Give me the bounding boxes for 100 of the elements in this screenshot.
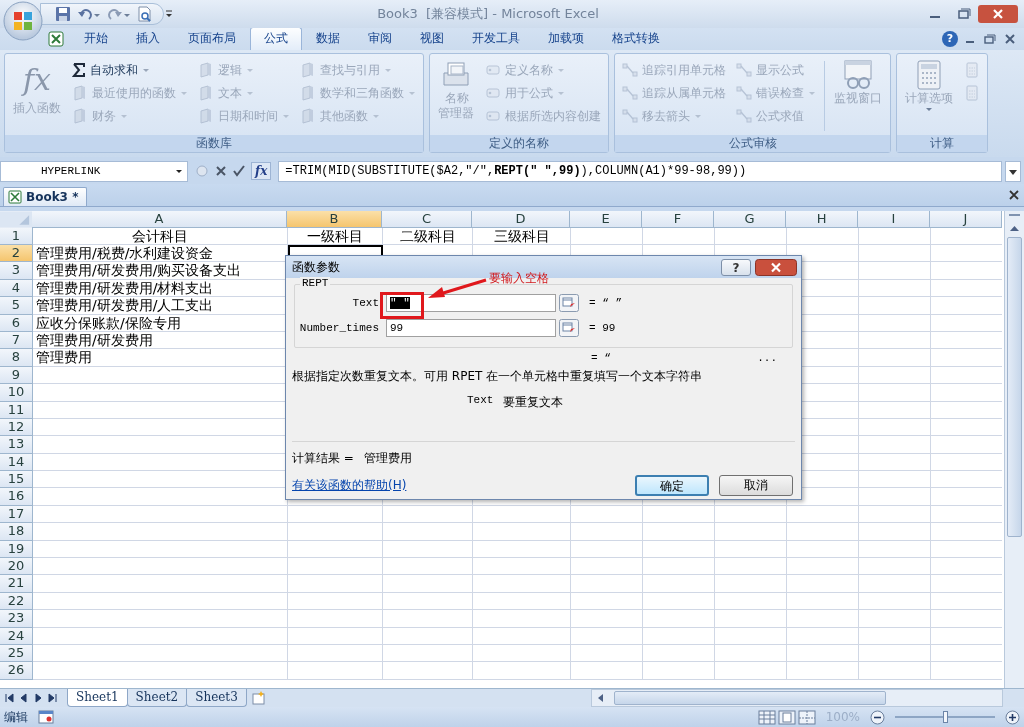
macro-record-icon[interactable] xyxy=(38,710,54,725)
argument-field[interactable]: " " xyxy=(386,294,556,312)
ribbon-tab[interactable]: 加载项 xyxy=(534,27,598,50)
column-header[interactable]: E xyxy=(570,210,642,228)
collapse-dialog-icon[interactable] xyxy=(559,319,579,337)
excel-icon[interactable] xyxy=(48,31,64,47)
sheet-tab[interactable]: Sheet1 xyxy=(67,689,128,708)
ribbon-button[interactable]: 自动求和 xyxy=(70,59,190,81)
row-header[interactable]: 3 xyxy=(0,262,33,280)
column-header[interactable]: I xyxy=(858,210,930,228)
row-header[interactable]: 15 xyxy=(0,471,33,489)
argument-field[interactable]: 99 xyxy=(386,319,556,337)
slider-thumb[interactable] xyxy=(943,711,948,724)
table-cell xyxy=(787,523,859,541)
row-header[interactable]: 25 xyxy=(0,645,33,663)
handle-icon xyxy=(195,164,209,179)
table-cell xyxy=(859,610,931,628)
save-icon[interactable] xyxy=(55,6,71,22)
close-button[interactable] xyxy=(755,258,797,276)
column-header[interactable]: G xyxy=(714,210,786,228)
check-icon[interactable] xyxy=(233,165,245,178)
row-header[interactable]: 16 xyxy=(0,488,33,506)
zoom-out-icon[interactable] xyxy=(870,709,885,725)
ribbon-tab[interactable]: 数据 xyxy=(302,27,354,50)
row-header[interactable]: 13 xyxy=(0,436,33,454)
row-header[interactable]: 10 xyxy=(0,384,33,402)
column-header[interactable]: H xyxy=(786,210,858,228)
formula-field[interactable]: =TRIM(MID(SUBSTITUTE($A2,"/",REPT(" ",99)),COLUMN(A1)*99-98,99)) xyxy=(278,160,1002,182)
horizontal-scrollbar[interactable] xyxy=(590,689,1003,708)
table-cell xyxy=(859,645,931,663)
help-button[interactable]: ? xyxy=(942,31,958,47)
collapse-dialog-icon[interactable] xyxy=(559,294,579,312)
column-header[interactable]: A xyxy=(32,210,287,228)
calculator-icon xyxy=(964,62,980,78)
expand-icon[interactable] xyxy=(1005,160,1021,182)
ribbon-tab[interactable]: 公式 xyxy=(250,27,302,50)
ok-button[interactable]: 确定 xyxy=(635,475,709,496)
close-icon[interactable] xyxy=(1002,32,1018,46)
sheet-tab[interactable]: Sheet2 xyxy=(126,689,188,708)
sheet-tab[interactable]: Sheet3 xyxy=(186,689,247,708)
book-icon xyxy=(300,108,316,124)
row-header[interactable]: 2 xyxy=(0,245,33,263)
last-sheet-icon[interactable] xyxy=(46,692,58,705)
close-icon[interactable] xyxy=(1008,188,1020,201)
column-header[interactable]: C xyxy=(382,210,472,228)
trace-arrow-icon xyxy=(736,62,752,78)
row-header[interactable]: 23 xyxy=(0,610,33,628)
ribbon-tab[interactable]: 开始 xyxy=(70,27,122,50)
column-header[interactable]: B xyxy=(287,210,382,228)
column-header[interactable]: D xyxy=(472,210,570,228)
row-header[interactable]: 18 xyxy=(0,523,33,541)
row-header[interactable]: 8 xyxy=(0,349,33,367)
book-icon xyxy=(72,108,88,124)
watch-window-icon xyxy=(842,59,874,91)
table-cell xyxy=(859,279,931,298)
ribbon-tab[interactable]: 页面布局 xyxy=(174,27,250,50)
row-header[interactable]: 26 xyxy=(0,662,33,680)
help-button[interactable]: ? xyxy=(721,258,751,276)
print-preview-icon[interactable] xyxy=(137,6,153,22)
page-break-icon[interactable] xyxy=(797,709,816,725)
zoom-in-icon[interactable] xyxy=(1005,709,1020,725)
previous-sheet-icon[interactable] xyxy=(18,692,30,705)
result-label: 计算结果 = xyxy=(292,450,354,467)
workbook-tab[interactable]: Book3 * xyxy=(3,186,88,206)
insert-function-button[interactable]: fx xyxy=(251,162,272,181)
table-cell xyxy=(715,540,787,559)
annotation-label: 要输入空格 xyxy=(489,270,549,287)
table-cell xyxy=(859,558,931,576)
table-cell xyxy=(859,227,931,245)
cancel-icon[interactable] xyxy=(215,165,227,178)
ribbon-tab[interactable]: 视图 xyxy=(406,27,458,50)
name-box[interactable]: HYPERLINK xyxy=(0,160,188,182)
normal-view-icon[interactable] xyxy=(757,709,776,725)
restore-icon[interactable] xyxy=(982,32,998,46)
ribbon-tab[interactable]: 插入 xyxy=(122,27,174,50)
customize-caret-icon[interactable] xyxy=(164,8,174,20)
column-header[interactable]: J xyxy=(930,210,1002,228)
row-header[interactable]: 20 xyxy=(0,558,33,576)
ribbon-tab[interactable]: 审阅 xyxy=(354,27,406,50)
page-layout-icon[interactable] xyxy=(777,709,796,725)
redo-icon[interactable] xyxy=(107,6,131,22)
ribbon-tab[interactable]: 格式转换 xyxy=(598,27,674,50)
first-sheet-icon[interactable] xyxy=(4,692,16,705)
help-link[interactable]: 有关该函数的帮助(H) xyxy=(292,477,625,494)
function-description: 根据指定次数重复文本。可用 RPET 在一个单元格中重复填写一个文本字符串 xyxy=(292,368,704,385)
column-header[interactable]: F xyxy=(642,210,714,228)
ribbon-tab[interactable]: 开发工具 xyxy=(458,27,534,50)
undo-icon[interactable] xyxy=(77,6,101,22)
table-cell: 一级科目 xyxy=(288,227,383,245)
cancel-button[interactable]: 取消 xyxy=(719,475,793,496)
zoom-slider[interactable] xyxy=(895,711,995,724)
table-cell xyxy=(571,627,643,645)
close-icon[interactable] xyxy=(978,5,1018,23)
book-icon xyxy=(72,85,88,101)
row-header[interactable]: 5 xyxy=(0,297,33,315)
table-cell xyxy=(643,540,715,559)
table-cell xyxy=(859,418,931,437)
next-sheet-icon[interactable] xyxy=(32,692,44,705)
table-cell xyxy=(643,575,715,593)
row-header[interactable]: 21 xyxy=(0,575,33,593)
